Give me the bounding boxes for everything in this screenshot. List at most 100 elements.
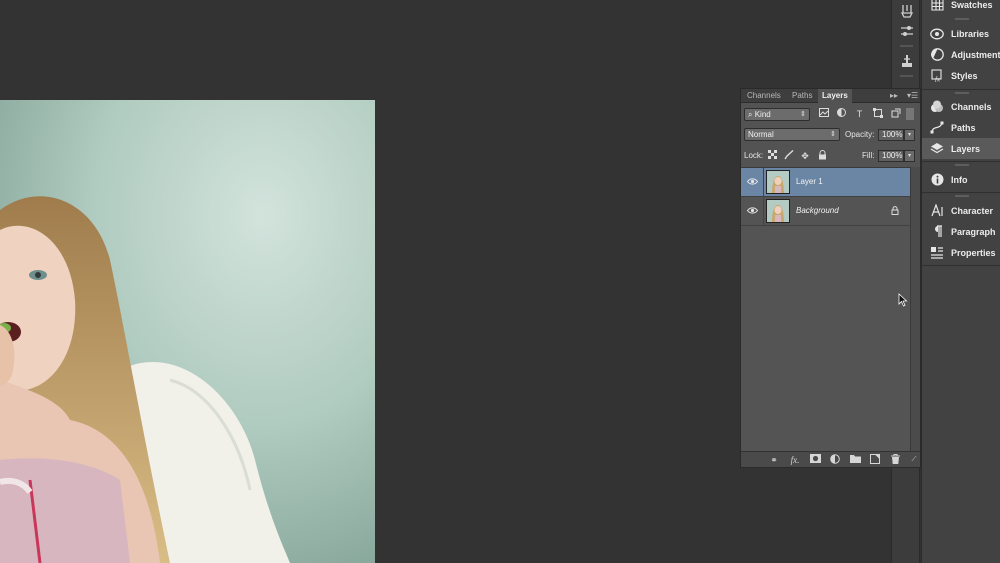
dock-item-info[interactable]: Info [922, 169, 1000, 190]
tab-layers[interactable]: Layers [818, 89, 852, 103]
lock-image-pixels-icon[interactable] [783, 149, 795, 162]
dock-item-styles[interactable]: fx Styles [922, 65, 1000, 86]
pilcrow-icon [930, 225, 944, 239]
column-divider [763, 168, 764, 197]
mouse-cursor-icon [898, 293, 908, 307]
dock-item-layers[interactable]: Layers [922, 138, 1000, 159]
dock-item-label: Info [951, 174, 968, 185]
dock-grip[interactable] [955, 18, 969, 20]
stepper-arrows-icon: ⇕ [800, 111, 806, 118]
layer-name[interactable]: Layer 1 [796, 177, 823, 186]
fx-icon: fx [930, 69, 944, 83]
character-a-icon [930, 204, 944, 218]
dock-grip[interactable] [955, 92, 969, 94]
dock-separator [922, 89, 1000, 90]
blend-row: Normal ⇕ Opacity: 100% ▾ [741, 126, 920, 146]
new-group-folder-icon[interactable] [848, 454, 862, 466]
filter-kind-label: Kind [754, 110, 771, 119]
dock-item-label: Paths [951, 122, 976, 133]
tab-channels[interactable]: Channels [743, 89, 785, 103]
layer-thumbnail[interactable] [766, 199, 790, 223]
dock-item-label: Adjustments [951, 49, 1000, 60]
column-divider [763, 197, 764, 226]
dock-grip[interactable] [955, 164, 969, 166]
opacity-input[interactable]: 100% [878, 129, 904, 141]
layer-lock-icon[interactable] [891, 206, 899, 217]
blend-mode-value: Normal [748, 130, 774, 139]
brush-preset-icon[interactable] [898, 4, 915, 21]
lock-position-icon[interactable]: ✥ [799, 150, 811, 162]
layer-list-scrollbar[interactable] [910, 167, 920, 451]
dock-item-paragraph[interactable]: Paragraph [922, 221, 1000, 242]
tab-paths[interactable]: Paths [788, 89, 816, 103]
visibility-eye-icon[interactable] [746, 206, 759, 217]
layers-panel: Channels Paths Layers ▸▸ ▾☰ ⌕ Kind ⇕ T N… [740, 88, 921, 468]
fx-icon[interactable]: fx. [788, 454, 802, 466]
panel-tab-bar: Channels Paths Layers ▸▸ ▾☰ [741, 89, 920, 103]
cloud-icon [930, 27, 944, 41]
panel-dock: Swatches Libraries Adjustments fx Styles… [921, 0, 1000, 563]
rgb-circles-icon [930, 100, 944, 114]
fill-slider-button[interactable]: ▾ [904, 150, 915, 162]
clone-source-icon[interactable] [898, 54, 915, 71]
filter-row: ⌕ Kind ⇕ T [741, 105, 920, 125]
photo-girl-angel-wings [0, 100, 375, 563]
layer-name[interactable]: Background [796, 206, 839, 215]
opacity-slider-button[interactable]: ▾ [904, 129, 915, 141]
delete-layer-trash-icon[interactable] [888, 454, 902, 466]
grid-icon [930, 0, 944, 12]
dock-item-label: Character [951, 205, 994, 216]
properties-icon [930, 246, 944, 260]
dock-item-libraries[interactable]: Libraries [922, 23, 1000, 44]
link-layers-icon[interactable]: ⚭ [767, 454, 781, 466]
blend-mode-select[interactable]: Normal ⇕ [744, 128, 840, 141]
opacity-label: Opacity: [845, 130, 875, 139]
fill-input[interactable]: 100% [878, 150, 904, 162]
stepper-arrows-icon: ⇕ [830, 131, 836, 138]
add-mask-icon[interactable] [808, 454, 822, 466]
filter-toggle-switch[interactable] [906, 108, 914, 120]
lock-transparent-pixels-icon[interactable] [766, 150, 778, 162]
strip-divider [900, 45, 913, 47]
collapse-panel-icon[interactable]: ▸▸ [890, 89, 898, 103]
layer-row-layer-1[interactable]: Layer 1 [741, 168, 910, 197]
dock-item-label: Properties [951, 247, 996, 258]
pen-path-icon [930, 121, 944, 135]
filter-kind-select[interactable]: ⌕ Kind ⇕ [744, 108, 810, 121]
dock-item-paths[interactable]: Paths [922, 117, 1000, 138]
dock-item-character[interactable]: Character [922, 200, 1000, 221]
layer-thumbnail[interactable] [766, 170, 790, 194]
new-layer-icon[interactable] [868, 454, 882, 466]
half-circle-icon [930, 48, 944, 62]
adjustment-filter-icon[interactable] [835, 108, 848, 120]
resize-grip-icon[interactable]: ⟋ [907, 454, 921, 466]
lock-label: Lock: [744, 151, 764, 160]
dock-item-label: Layers [951, 143, 981, 154]
smart-object-filter-icon[interactable] [889, 108, 902, 120]
shape-filter-icon[interactable] [871, 108, 884, 120]
svg-text:fx: fx [935, 76, 941, 83]
dock-grip[interactable] [955, 195, 969, 197]
dock-item-channels[interactable]: Channels [922, 96, 1000, 117]
lock-all-icon[interactable] [816, 150, 828, 162]
pixel-filter-icon[interactable] [817, 108, 830, 120]
fill-label: Fill: [862, 151, 875, 160]
sliders-icon[interactable] [898, 24, 915, 41]
new-adjustment-layer-icon[interactable] [828, 454, 842, 466]
dock-separator [922, 161, 1000, 162]
dock-item-adjustments[interactable]: Adjustments [922, 44, 1000, 65]
strip-divider [900, 75, 913, 77]
layer-row-background[interactable]: Background [741, 197, 910, 226]
document-canvas[interactable] [0, 100, 375, 563]
dock-item-properties[interactable]: Properties [922, 242, 1000, 263]
dock-separator [922, 192, 1000, 193]
type-filter-icon[interactable]: T [853, 108, 866, 120]
dock-item-swatches[interactable]: Swatches [922, 0, 1000, 15]
dock-item-label: Paragraph [951, 226, 996, 237]
layer-list: Layer 1 Background [741, 167, 910, 451]
dock-item-label: Styles [951, 70, 978, 81]
search-icon: ⌕ [748, 110, 753, 119]
visibility-eye-icon[interactable] [746, 177, 759, 188]
dock-item-label: Libraries [951, 28, 990, 39]
panel-menu-icon[interactable]: ▾☰ [907, 89, 918, 103]
